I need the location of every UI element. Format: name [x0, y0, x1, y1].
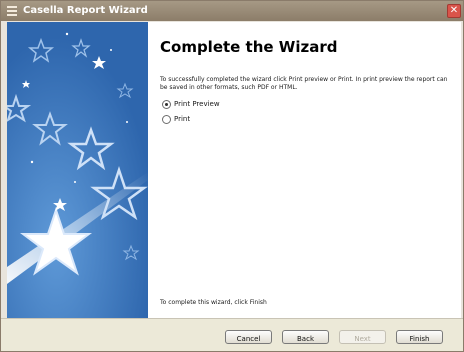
option-print[interactable]: Print	[162, 114, 190, 124]
option-label: Print	[174, 115, 191, 123]
back-button[interactable]: Back	[282, 330, 329, 344]
close-icon: ✕	[449, 5, 459, 16]
next-button[interactable]: Next	[339, 330, 386, 344]
radio-button-selected[interactable]	[162, 99, 171, 109]
finish-instruction: To complete this wizard, click Finish	[160, 299, 267, 306]
side-banner	[7, 22, 148, 318]
radio-button[interactable]	[162, 114, 171, 124]
close-button[interactable]: ✕	[447, 4, 461, 18]
cancel-button[interactable]: Cancel	[225, 330, 272, 344]
option-label: Print Preview	[174, 100, 220, 108]
instructions-text: To successfully completed the wizard cli…	[160, 76, 448, 91]
finish-button[interactable]: Finish	[396, 330, 443, 344]
title-bar[interactable]: Casella Report Wizard ✕	[1, 1, 463, 21]
content-panel: Complete the Wizard To successfully comp…	[148, 22, 461, 318]
menu-icon[interactable]	[7, 6, 17, 16]
wizard-window: Casella Report Wizard ✕ Complete the Wiz…	[0, 0, 464, 352]
option-print-preview[interactable]: Print Preview	[162, 99, 220, 109]
window-title: Casella Report Wizard	[23, 5, 148, 16]
stars-artwork	[7, 22, 148, 318]
button-bar: Cancel Back Next Finish	[1, 318, 463, 351]
page-title: Complete the Wizard	[160, 38, 338, 56]
